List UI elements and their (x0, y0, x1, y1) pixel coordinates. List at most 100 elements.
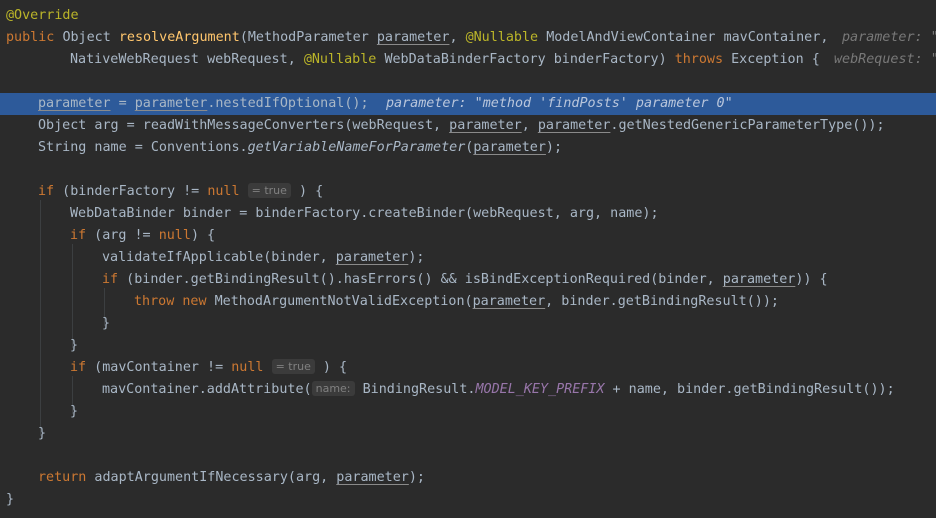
code-text: BindingResult. (354, 382, 476, 397)
code-line-5-current[interactable]: parameter = parameter.nestedIfOptional()… (0, 93, 936, 115)
param-binder-factory: binderFactory (553, 52, 659, 67)
code-text: Object arg = readWithMessageConverters(w… (38, 118, 450, 133)
comma: , (287, 52, 296, 67)
type-exception: Exception (731, 52, 804, 67)
code-line-17[interactable]: if (mavContainer != null = true ) { (0, 357, 936, 379)
code-text: (arg != (86, 228, 159, 243)
code-text: ); (408, 470, 425, 485)
code-line-11[interactable]: if (arg != null) { (0, 225, 936, 247)
closing-brace: } (70, 404, 79, 419)
keyword-if: if (38, 184, 55, 199)
closing-brace: } (38, 426, 47, 441)
keyword-if: if (102, 272, 119, 287)
inline-value-hint: parameter: "method 'findPosts' parameter… (386, 96, 733, 111)
operator: = (110, 96, 135, 111)
var-parameter: parameter (38, 96, 111, 111)
var-parameter: parameter (722, 272, 796, 287)
code-line-6[interactable]: Object arg = readWithMessageConverters(w… (0, 115, 936, 137)
code-text: adaptArgumentIfNecessary(arg, (86, 470, 337, 485)
code-line-20[interactable]: } (0, 423, 936, 445)
code-text: .getNestedGenericParameterType()); (610, 118, 885, 133)
keyword-new: new (182, 294, 207, 309)
type-method-parameter: MethodParameter (247, 30, 369, 45)
param-parameter: parameter (376, 30, 450, 45)
var-parameter: parameter (473, 140, 546, 155)
code-text: WebDataBinder binder = binderFactory.cre… (70, 206, 659, 221)
code-text: validateIfApplicable(binder, (102, 250, 336, 265)
keyword-throws: throws (674, 52, 724, 67)
keyword-return: return (38, 470, 87, 485)
code-line-13[interactable]: if (binder.getBindingResult().hasErrors(… (0, 269, 936, 291)
var-parameter: parameter (449, 118, 522, 133)
inline-value-hint: parameter: " (842, 30, 936, 45)
code-text: String name = Conventions. (38, 140, 248, 155)
code-line-23[interactable]: } (0, 489, 936, 511)
code-line-16[interactable]: } (0, 335, 936, 357)
closing-brace: } (6, 492, 15, 507)
code-line-1[interactable]: @Override (0, 5, 936, 27)
type-native-web-request: NativeWebRequest (70, 52, 199, 67)
code-text: (binderFactory != (54, 184, 208, 199)
annotation-nullable: @Nullable (303, 52, 377, 67)
code-line-2[interactable]: public Object resolveArgument(MethodPara… (0, 27, 936, 49)
parameter-name-hint: name: (311, 381, 355, 396)
var-parameter: parameter (537, 118, 611, 133)
var-parameter: parameter (134, 96, 208, 111)
inline-value-chip: = true (247, 183, 291, 198)
param-web-request: webRequest (207, 52, 288, 67)
code-text: ); (408, 250, 425, 265)
comma: , (449, 30, 458, 45)
code-text: + name, binder.getBindingResult()); (604, 382, 895, 397)
code-text: , (521, 118, 538, 133)
code-text: mavContainer.addAttribute( (102, 382, 312, 397)
var-parameter: parameter (336, 470, 409, 485)
code-text: ) { (314, 360, 348, 375)
code-text: ) { (290, 184, 324, 199)
var-parameter: parameter (472, 294, 546, 309)
var-parameter: parameter (335, 250, 409, 265)
code-text: ); (545, 140, 563, 155)
code-text: , binder.getBindingResult()); (545, 294, 779, 309)
keyword-null: null (231, 360, 264, 375)
keyword-null: null (158, 228, 191, 243)
brace: { (811, 52, 820, 67)
annotation-nullable: @Nullable (465, 30, 539, 45)
annotation-override: @Override (6, 8, 79, 23)
code-line-3[interactable]: NativeWebRequest webRequest, @Nullable W… (0, 49, 936, 71)
code-line-15[interactable]: } (0, 313, 936, 335)
type-object: Object (62, 30, 111, 45)
param-mav-container: mavContainer (723, 30, 821, 45)
keyword-if: if (70, 228, 87, 243)
code-line-12[interactable]: validateIfApplicable(binder, parameter); (0, 247, 936, 269)
code-line-7[interactable]: String name = Conventions.getVariableNam… (0, 137, 936, 159)
type-binder-factory: WebDataBinderFactory (384, 52, 546, 67)
static-constant: MODEL_KEY_PREFIX (475, 382, 605, 397)
closing-brace: } (70, 338, 79, 353)
code-text: (mavContainer != (86, 360, 232, 375)
keyword-throw: throw (134, 294, 175, 309)
closing-brace: } (102, 316, 111, 331)
paren: ) (658, 52, 667, 67)
static-method: getVariableNameForParameter (247, 140, 466, 155)
method-call: .nestedIfOptional(); (207, 96, 369, 111)
code-line-10[interactable]: WebDataBinder binder = binderFactory.cre… (0, 203, 936, 225)
type-mav-container: ModelAndViewContainer (546, 30, 716, 45)
code-line-19[interactable]: } (0, 401, 936, 423)
keyword-if: if (70, 360, 87, 375)
inline-value-hint: webRequest: " (834, 52, 936, 67)
code-line-18[interactable]: mavContainer.addAttribute(name: BindingR… (0, 379, 936, 401)
code-line-22[interactable]: return adaptArgumentIfNecessary(arg, par… (0, 467, 936, 489)
code-line-9[interactable]: if (binderFactory != null = true ) { (0, 181, 936, 203)
code-text: )) { (795, 272, 828, 287)
code-line-14[interactable]: throw new MethodArgumentNotValidExceptio… (0, 291, 936, 313)
method-name: resolveArgument (118, 30, 240, 45)
paren: ( (239, 30, 248, 45)
code-editor[interactable]: @Override public Object resolveArgument(… (0, 0, 936, 518)
comma: , (820, 30, 829, 45)
inline-value-chip: = true (271, 359, 315, 374)
code-text: (binder.getBindingResult().hasErrors() &… (118, 272, 723, 287)
code-text: MethodArgumentNotValidException( (206, 294, 473, 309)
code-text: ) { (190, 228, 216, 243)
keyword-public: public (6, 30, 55, 45)
keyword-null: null (207, 184, 240, 199)
